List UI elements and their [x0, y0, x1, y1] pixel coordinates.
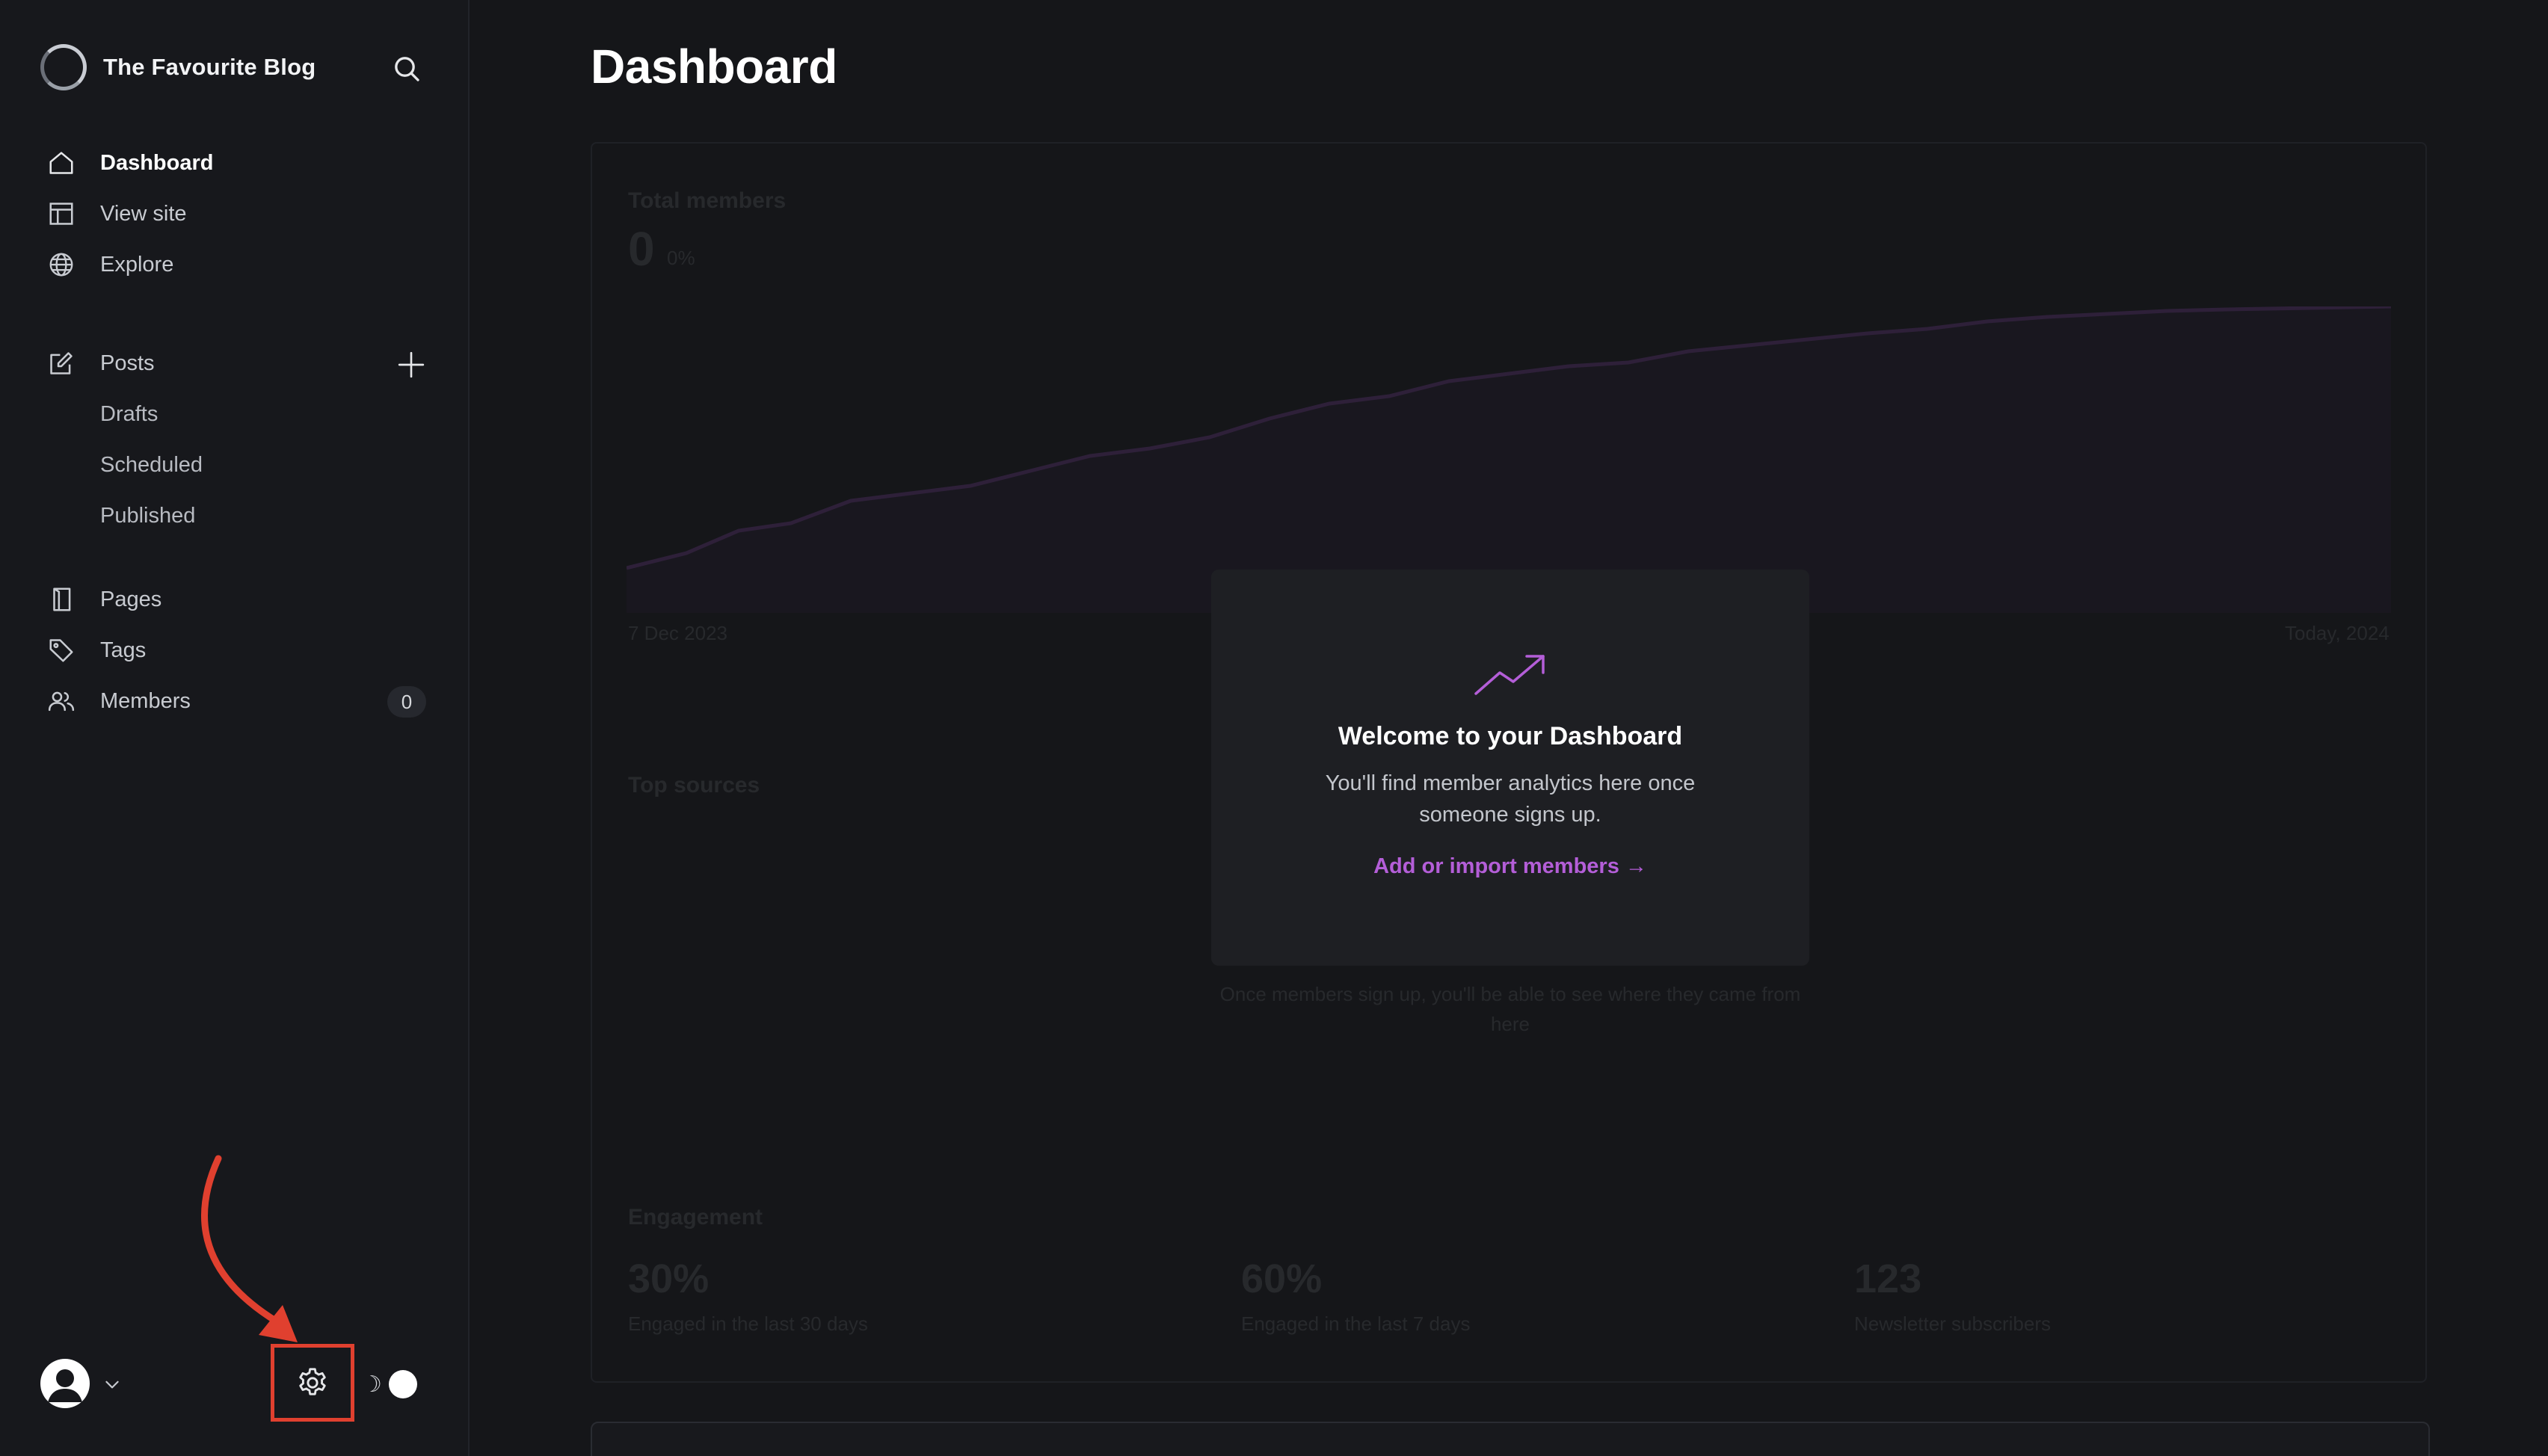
sidebar-item-scheduled[interactable]: Scheduled — [100, 445, 203, 484]
add-import-members-link[interactable]: Add or import members → — [1373, 854, 1647, 879]
main-content: Dashboard Total members 0 0% 7 Dec 2023 … — [471, 0, 2548, 1456]
sidebar-item-tags[interactable]: Tags — [45, 631, 146, 670]
engagement-metric-1-label: Engaged in the last 30 days — [628, 1312, 868, 1335]
engagement-metric-3-value: 123 — [1854, 1256, 1922, 1301]
engagement-metric-1-value: 30% — [628, 1256, 710, 1301]
welcome-title: Welcome to your Dashboard — [1338, 722, 1683, 750]
total-members-value: 0 — [628, 222, 655, 276]
next-dashboard-card — [591, 1422, 2430, 1456]
account-menu-button[interactable] — [100, 1372, 124, 1396]
sidebar-item-dashboard[interactable]: Dashboard — [45, 144, 213, 182]
sidebar-item-drafts[interactable]: Drafts — [100, 395, 158, 434]
pages-icon — [45, 583, 78, 616]
sidebar-item-label: Dashboard — [100, 150, 214, 175]
sidebar-item-view-site[interactable]: View site — [45, 194, 187, 233]
chevron-down-icon — [105, 1381, 119, 1389]
sidebar-item-published[interactable]: Published — [100, 496, 195, 535]
gear-icon — [299, 1368, 326, 1395]
sidebar-item-explore[interactable]: Explore — [45, 245, 173, 284]
settings-button[interactable] — [271, 1344, 354, 1422]
sidebar-item-pages[interactable]: Pages — [45, 580, 161, 619]
sidebar-item-label: Posts — [100, 351, 155, 375]
sidebar-item-label: Pages — [100, 587, 162, 611]
annotation-arrow — [201, 1155, 298, 1342]
home-icon — [45, 146, 78, 179]
total-members-change: 0% — [667, 247, 695, 269]
welcome-description: You'll find member analytics here once s… — [1325, 771, 1696, 827]
sidebar-item-label: Members — [100, 688, 191, 713]
layout-icon — [45, 197, 78, 230]
total-members-label: Total members — [628, 188, 787, 213]
plus-icon — [398, 351, 425, 378]
trending-up-icon — [1474, 655, 1545, 695]
globe-icon — [45, 248, 78, 281]
engagement-metric-2-label: Engaged in the last 7 days — [1241, 1312, 1471, 1335]
engagement-label: Engagement — [628, 1205, 763, 1230]
site-name: The Favourite Blog — [103, 54, 316, 80]
sidebar-item-label: Explore — [100, 252, 174, 277]
sidebar-item-label: View site — [100, 201, 187, 226]
engagement-metric-2-value: 60% — [1241, 1256, 1323, 1301]
user-icon — [48, 1369, 82, 1402]
chart-start-date: 7 Dec 2023 — [628, 622, 727, 644]
sidebar-item-posts[interactable]: Posts — [45, 344, 155, 383]
page-title: Dashboard — [591, 40, 837, 93]
tag-icon — [45, 634, 78, 667]
new-post-button[interactable] — [392, 345, 431, 384]
site-logo-icon — [40, 44, 87, 90]
top-sources-label: Top sources — [628, 773, 760, 798]
search-button[interactable] — [387, 49, 426, 88]
dark-mode-toggle[interactable]: ☽ — [362, 1366, 422, 1402]
search-icon — [395, 57, 419, 81]
edit-icon — [45, 347, 78, 380]
brand[interactable]: The Favourite Blog — [40, 43, 316, 91]
sidebar-item-members[interactable]: Members — [45, 682, 191, 721]
toggle-knob — [389, 1370, 417, 1398]
chart-end-date: Today, 2024 — [2285, 622, 2389, 644]
engagement-metric-3-label: Newsletter subscribers — [1854, 1312, 2051, 1335]
members-icon — [45, 685, 78, 718]
welcome-card: Welcome to your Dashboard You'll find me… — [1211, 570, 1809, 966]
top-sources-empty-text: Once members sign up, you'll be able to … — [1219, 983, 1801, 1035]
members-count-badge: 0 — [387, 686, 426, 718]
sidebar: The Favourite Blog Dashboard View site E… — [0, 0, 470, 1456]
moon-icon: ☽ — [362, 1371, 382, 1398]
user-avatar[interactable] — [40, 1359, 90, 1408]
sidebar-item-label: Tags — [100, 638, 147, 662]
